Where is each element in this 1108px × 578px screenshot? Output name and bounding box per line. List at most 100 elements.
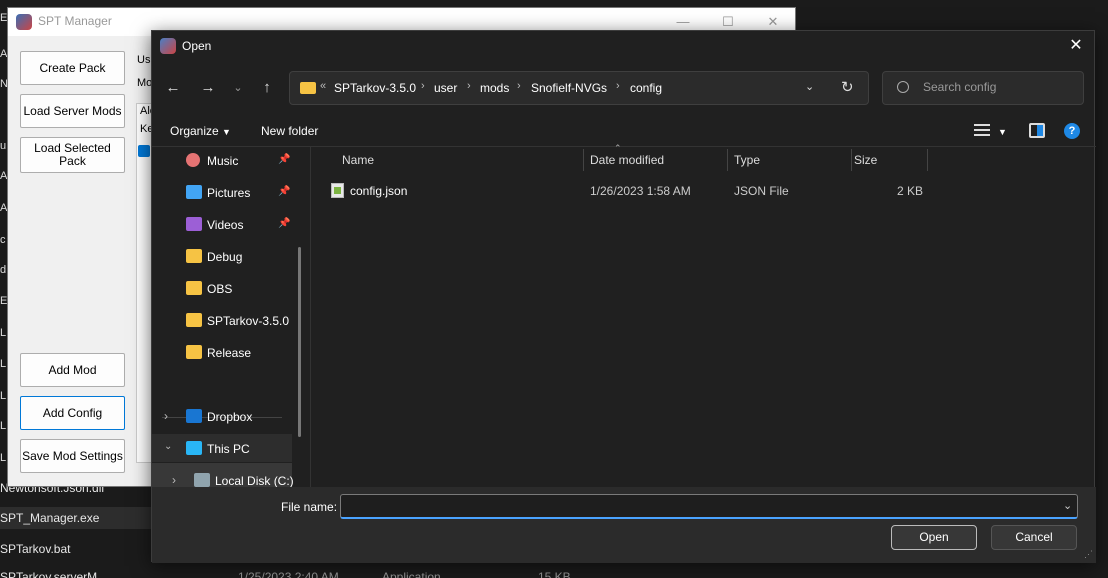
pin-icon[interactable]: 📌 [278,154,290,165]
nav-item-label: Release [207,346,252,360]
breadcrumb-segment[interactable]: user [434,81,457,95]
computer-icon [186,441,202,455]
chevron-down-icon[interactable]: ⌄ [164,441,172,452]
new-folder-button[interactable]: New folder [261,124,318,138]
column-header-size[interactable]: Size [854,147,877,173]
nav-item-debug[interactable]: Debug [152,243,302,271]
folder-icon [186,249,202,263]
breadcrumb-separator[interactable]: › [517,80,521,92]
add-config-button[interactable]: Add Config [20,396,125,430]
navigation-bar: ← → ⌄ ↑ « SPTarkov-3.5.0 › user › mods ›… [152,71,1096,105]
nav-item-this-pc[interactable]: ⌄ This PC [152,435,302,463]
forward-icon[interactable]: → [197,77,219,99]
bg-file-row[interactable]: SPTarkov.serverM... 1/25/2023 2:40 AM Ap… [0,566,640,578]
nav-item-sptarkov[interactable]: SPTarkov-3.5.0 [152,307,302,335]
nav-item-music[interactable]: Music 📌 [152,147,302,175]
search-box[interactable] [882,71,1084,105]
file-row[interactable]: config.json 1/26/2023 1:58 AM JSON File … [311,179,1096,203]
breadcrumb-separator[interactable]: › [421,80,425,92]
column-header-date[interactable]: Date modified [590,147,664,173]
folder-icon [300,82,316,94]
close-icon[interactable]: ✕ [750,12,796,32]
breadcrumb-separator[interactable]: › [467,80,471,92]
column-separator[interactable] [583,149,584,171]
bg-file-name: SPTarkov.serverM... [0,570,108,578]
close-icon[interactable]: ✕ [1064,35,1088,57]
open-button[interactable]: Open [891,525,977,550]
file-name-label: File name: [281,500,338,514]
nav-item-label: Local Disk (C:) [215,474,294,487]
load-selected-pack-button[interactable]: Load Selected Pack [20,137,125,173]
search-icon [897,81,909,93]
save-mod-settings-button[interactable]: Save Mod Settings [20,439,125,473]
breadcrumb-segment[interactable]: config [630,81,662,95]
scrollbar[interactable] [298,247,301,437]
dialog-footer: File name: ⌄ Open Cancel ⋰ [152,487,1096,563]
nav-item-label: OBS [207,282,233,296]
bg-file-size: 15 KB [538,570,571,578]
back-icon[interactable]: ← [162,77,184,99]
column-separator[interactable] [727,149,728,171]
pin-icon[interactable]: 📌 [278,218,290,229]
bg-file-row[interactable]: SPT_Manager.exe [0,507,152,529]
search-input[interactable] [923,80,1073,94]
nav-item-label: Videos [207,218,244,232]
preview-pane-icon[interactable] [1029,123,1045,138]
load-server-mods-button[interactable]: Load Server Mods [20,94,125,128]
nav-item-label: SPTarkov-3.5.0 [207,314,290,328]
recent-locations-icon[interactable]: ⌄ [227,77,249,99]
chevron-down-icon[interactable]: ▼ [998,127,1007,137]
up-icon[interactable]: ↑ [256,77,278,99]
minimize-icon[interactable]: — [660,12,706,32]
breadcrumb-segment[interactable]: mods [480,81,509,95]
overflow-icon[interactable]: « [320,80,326,92]
view-options-icon[interactable] [974,123,990,138]
breadcrumb-separator[interactable]: › [616,80,620,92]
file-name: config.json [350,184,408,198]
breadcrumb-segment[interactable]: SPTarkov-3.5.0 [334,81,416,95]
chevron-down-icon[interactable]: ⌄ [1063,499,1072,512]
bg-file-type: Application [382,570,441,578]
create-pack-button[interactable]: Create Pack [20,51,125,85]
chevron-right-icon[interactable]: › [164,409,168,423]
column-header-type[interactable]: Type [734,147,760,173]
nav-item-label: Pictures [207,186,251,200]
cancel-button[interactable]: Cancel [991,525,1077,550]
open-dialog: Open ✕ ← → ⌄ ↑ « SPTarkov-3.5.0 › user ›… [151,30,1096,563]
bg-file-name: SPT_Manager.exe [0,511,100,525]
file-name-input[interactable] [340,494,1078,519]
bg-file-row[interactable]: SPTarkov.bat [0,538,70,560]
nav-item-label: This PC [207,442,250,456]
add-mod-button[interactable]: Add Mod [20,353,125,387]
file-type: JSON File [734,184,789,198]
nav-item-obs[interactable]: OBS [152,275,302,303]
nav-item-dropbox[interactable]: › Dropbox [152,403,302,431]
pictures-icon [186,185,202,199]
help-icon[interactable]: ? [1064,123,1080,139]
nav-item-pictures[interactable]: Pictures 📌 [152,179,302,207]
folder-icon [186,281,202,295]
maximize-icon[interactable]: ☐ [705,12,751,32]
refresh-icon[interactable]: ↻ [841,78,854,96]
pin-icon[interactable]: 📌 [278,186,290,197]
nav-item-release[interactable]: Release [152,339,302,367]
file-date: 1/26/2023 1:58 AM [590,184,691,198]
bg-file-date: 1/25/2023 2:40 AM [238,570,339,578]
file-size: 2 KB [897,184,924,198]
json-file-icon [331,183,344,198]
organize-button[interactable]: Organize ▼ [170,124,231,138]
chevron-down-icon[interactable]: ⌄ [805,80,814,93]
column-header-name[interactable]: Name [342,147,374,173]
checkbox[interactable] [138,145,150,157]
column-separator[interactable] [851,149,852,171]
app-icon [16,14,32,30]
nav-item-videos[interactable]: Videos 📌 [152,211,302,239]
breadcrumb-segment[interactable]: Snofielf-NVGs [531,81,607,95]
window-title: SPT Manager [38,14,112,28]
resize-grip-icon[interactable]: ⋰ [1084,549,1093,560]
drive-icon [194,473,210,487]
chevron-right-icon[interactable]: › [172,473,176,487]
address-bar[interactable]: « SPTarkov-3.5.0 › user › mods › Snofiel… [289,71,869,105]
column-separator[interactable] [927,149,928,171]
nav-item-local-disk[interactable]: › Local Disk (C:) [152,467,302,487]
